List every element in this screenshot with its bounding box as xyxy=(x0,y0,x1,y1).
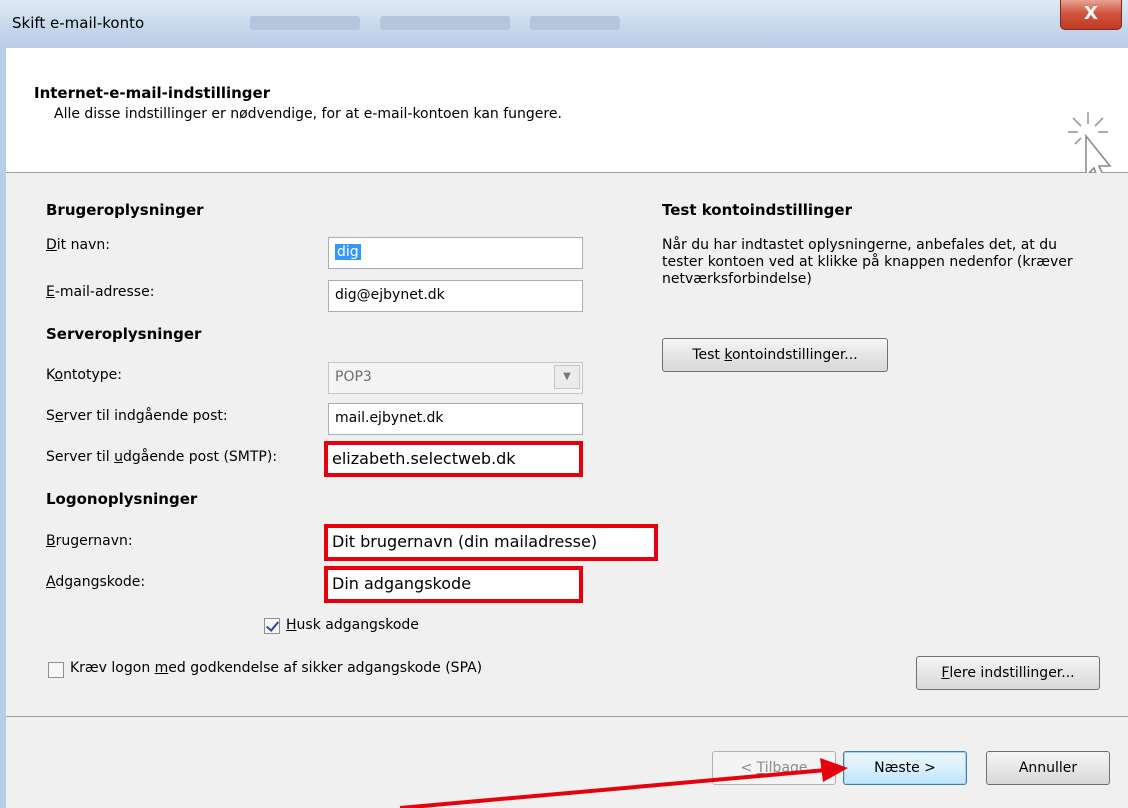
more-settings-button[interactable]: Flere indstillinger... xyxy=(916,656,1100,690)
taskbar-blur xyxy=(380,16,510,30)
close-button[interactable]: X xyxy=(1060,0,1122,30)
incoming-server-label: Server til indgående post: xyxy=(46,408,228,424)
user-info-heading: Brugeroplysninger xyxy=(46,201,204,219)
name-label: Dit navn: xyxy=(46,237,110,253)
window-title: Skift e-mail-konto xyxy=(12,14,145,32)
outgoing-server-input[interactable]: elizabeth.selectweb.dk xyxy=(324,441,583,477)
outgoing-server-label: Server til udgående post (SMTP): xyxy=(46,449,278,465)
header-subtitle: Alle disse indstillinger er nødvendige, … xyxy=(54,106,562,122)
logon-info-heading: Logonoplysninger xyxy=(46,490,198,508)
taskbar-blur xyxy=(250,16,360,30)
email-label: E-mail-adresse: xyxy=(46,284,155,300)
username-input[interactable]: Dit brugernavn (din mailadresse) xyxy=(324,524,658,561)
dialog-header: Internet-e-mail-indstillinger Alle disse… xyxy=(6,48,1128,186)
remember-password-label: Husk adgangskode xyxy=(286,617,419,633)
spa-checkbox[interactable] xyxy=(48,662,64,678)
account-type-label: Kontotype: xyxy=(46,367,122,383)
spa-label: Kræv logon med godkendelse af sikker adg… xyxy=(70,660,483,676)
title-bar: Skift e-mail-konto X xyxy=(0,0,1128,49)
incoming-server-input[interactable]: mail.ejbynet.dk xyxy=(328,403,583,435)
remember-password-checkbox[interactable] xyxy=(264,618,280,634)
test-settings-description: Når du har indtastet oplysningerne, anbe… xyxy=(662,237,1073,287)
password-label: Adgangskode: xyxy=(46,574,146,590)
next-button[interactable]: Næste > xyxy=(843,751,967,785)
test-settings-button[interactable]: Test kontoindstillinger... xyxy=(662,338,888,372)
username-label: Brugernavn: xyxy=(46,533,133,549)
server-info-heading: Serveroplysninger xyxy=(46,325,202,343)
back-button[interactable]: < Tilbage xyxy=(712,751,836,785)
chevron-down-icon: ▼ xyxy=(554,365,580,389)
email-input[interactable]: dig@ejbynet.dk xyxy=(328,280,583,312)
account-type-select[interactable]: POP3 ▼ xyxy=(328,362,583,394)
header-title: Internet-e-mail-indstillinger xyxy=(34,84,271,102)
name-input[interactable]: dig xyxy=(328,237,583,269)
close-icon: X xyxy=(1084,3,1098,24)
password-input[interactable]: Din adgangskode xyxy=(324,566,583,603)
cancel-button[interactable]: Annuller xyxy=(986,751,1110,785)
account-type-value: POP3 xyxy=(335,369,372,385)
taskbar-blur xyxy=(530,16,620,30)
test-settings-heading: Test kontoindstillinger xyxy=(662,201,852,219)
